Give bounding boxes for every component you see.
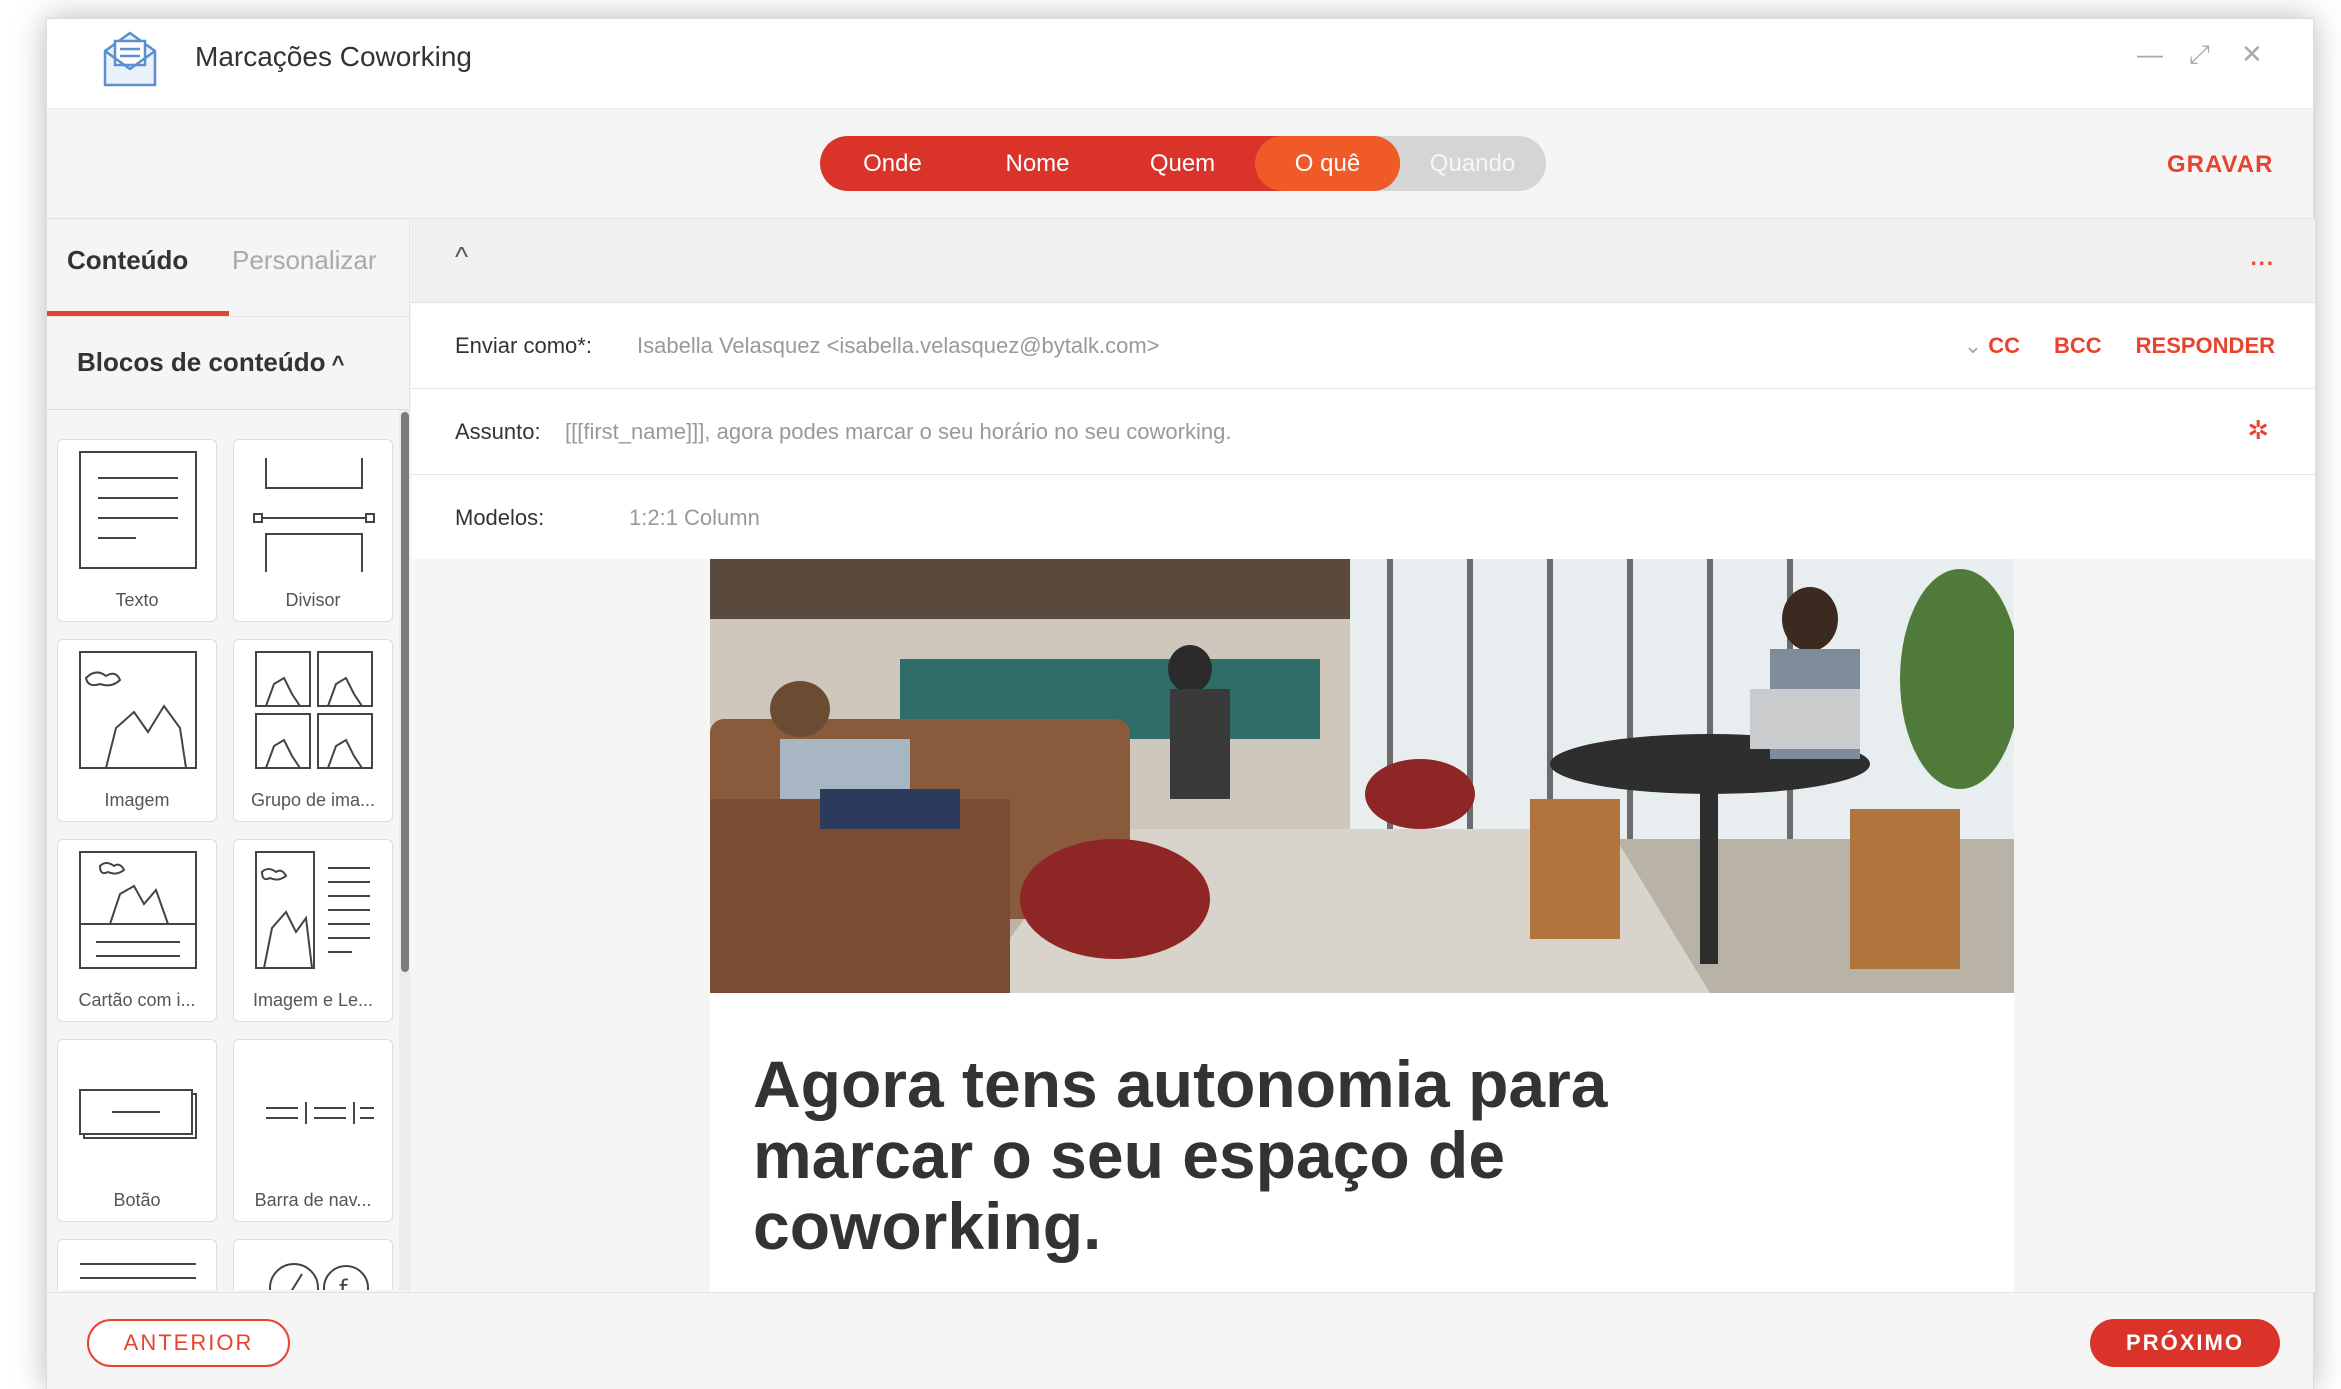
- send-as-label: Enviar como*:: [455, 333, 592, 358]
- minimize-button[interactable]: —: [2137, 39, 2163, 70]
- step-quem[interactable]: Quem: [1110, 136, 1255, 191]
- app-window: Marcações Coworking — ⤢ ✕ Onde Nome Quem…: [46, 18, 2315, 1389]
- navbar-block-icon: [266, 1102, 374, 1124]
- block-navbar[interactable]: Barra de nav...: [233, 1039, 393, 1222]
- email-preview[interactable]: Agora tens autonomia para marcar o seu e…: [710, 559, 2014, 1292]
- recipient-options: ⌄ CC BCC RESPONDER: [1964, 333, 2275, 359]
- step-onde[interactable]: Onde: [820, 136, 965, 191]
- email-canvas: Agora tens autonomia para marcar o seu e…: [411, 559, 2315, 1292]
- block-label: Cartão com i...: [78, 990, 196, 1010]
- block-label: Divisor: [285, 590, 341, 610]
- step-progress: Onde Nome Quem O quê Quando: [820, 136, 1546, 191]
- editor-toolbar: ^ ...: [411, 219, 2315, 303]
- block-image-card[interactable]: Cartão com i...: [57, 839, 217, 1022]
- block-image[interactable]: Imagem: [57, 639, 217, 822]
- block-button[interactable]: Botão: [57, 1039, 217, 1222]
- previous-button[interactable]: ANTERIOR: [87, 1319, 290, 1367]
- image-block-icon: [79, 651, 197, 769]
- social-block-icon: f: [269, 1263, 369, 1290]
- templates-label: Modelos:: [455, 505, 545, 530]
- envelope-icon: [103, 31, 157, 87]
- maximize-button[interactable]: ⤢: [2189, 39, 2210, 71]
- block-label: Imagem e Le...: [252, 990, 374, 1010]
- block-image-group[interactable]: Grupo de ima...: [233, 639, 393, 822]
- block-text-lines[interactable]: [57, 1239, 217, 1290]
- send-as-row: Enviar como*: Isabella Velasquez <isabel…: [411, 303, 2315, 389]
- block-social[interactable]: f: [233, 1239, 393, 1290]
- title-bar: Marcações Coworking — ⤢ ✕: [47, 19, 2313, 109]
- next-button[interactable]: PRÓXIMO: [2090, 1319, 2280, 1367]
- content-blocks-list: Texto Divisor Imagem Grupo de ima... Car…: [47, 410, 399, 1290]
- app-title: Marcações Coworking: [195, 41, 472, 72]
- step-quando[interactable]: Quando: [1400, 136, 1545, 191]
- svg-text:f: f: [339, 1275, 348, 1290]
- step-o-que[interactable]: O quê: [1255, 136, 1400, 191]
- bcc-button[interactable]: BCC: [2054, 333, 2102, 358]
- magic-wand-icon[interactable]: ✲: [2247, 415, 2269, 446]
- blocks-header-label: Blocos de conteúdo: [77, 347, 326, 377]
- cc-button[interactable]: CC: [1988, 333, 2020, 358]
- subject-row: Assunto: [[[first_name]]], agora podes m…: [411, 389, 2315, 475]
- text-block-icon: [79, 451, 197, 569]
- text-lines-block-icon: [80, 1263, 196, 1279]
- close-button[interactable]: ✕: [2241, 39, 2263, 70]
- coworking-photo[interactable]: [710, 559, 2014, 993]
- button-block-icon: [79, 1089, 197, 1139]
- block-text[interactable]: Texto: [57, 439, 217, 622]
- step-nome[interactable]: Nome: [965, 136, 1110, 191]
- tab-customize[interactable]: Personalizar: [232, 245, 377, 276]
- chevron-up-icon: ^: [325, 351, 345, 376]
- block-label: Texto: [115, 590, 159, 610]
- sidebar: Conteúdo Personalizar Blocos de conteúdo…: [47, 219, 410, 1292]
- subject-field[interactable]: [[[first_name]]], agora podes marcar o s…: [565, 419, 1231, 445]
- block-label: Imagem: [104, 790, 170, 810]
- more-options-icon[interactable]: ...: [2251, 245, 2275, 271]
- email-headline[interactable]: Agora tens autonomia para marcar o seu e…: [753, 1049, 1753, 1262]
- image-text-block-icon: [255, 851, 370, 969]
- block-label: Grupo de ima...: [250, 790, 376, 810]
- divider-block-icon: [253, 458, 375, 572]
- block-divider[interactable]: Divisor: [233, 439, 393, 622]
- tab-divider: [47, 316, 409, 317]
- block-label: Barra de nav...: [254, 1190, 372, 1210]
- block-image-text[interactable]: Imagem e Le...: [233, 839, 393, 1022]
- image-group-block-icon: [255, 651, 373, 769]
- block-label: Botão: [113, 1190, 161, 1210]
- chevron-down-icon[interactable]: ⌄: [1964, 333, 1982, 358]
- send-as-field[interactable]: Isabella Velasquez <isabella.velasquez@b…: [637, 333, 1160, 359]
- tab-content[interactable]: Conteúdo: [67, 245, 188, 276]
- sidebar-scrollbar[interactable]: [401, 412, 409, 972]
- steps-bar: Onde Nome Quem O quê Quando GRAVAR: [47, 109, 2313, 219]
- blocks-header[interactable]: Blocos de conteúdo ^: [77, 347, 344, 378]
- subject-label: Assunto:: [455, 419, 541, 444]
- chevron-up-icon[interactable]: ^: [455, 241, 468, 273]
- templates-field[interactable]: 1:2:1 Column: [629, 505, 760, 531]
- templates-row: Modelos: 1:2:1 Column: [411, 475, 2315, 561]
- editor-panel: ^ ... Enviar como*: Isabella Velasquez <…: [411, 219, 2315, 1292]
- image-card-block-icon: [79, 851, 197, 969]
- footer-bar: ANTERIOR PRÓXIMO: [47, 1292, 2313, 1389]
- reply-to-button[interactable]: RESPONDER: [2136, 333, 2275, 358]
- save-button[interactable]: GRAVAR: [2167, 151, 2273, 179]
